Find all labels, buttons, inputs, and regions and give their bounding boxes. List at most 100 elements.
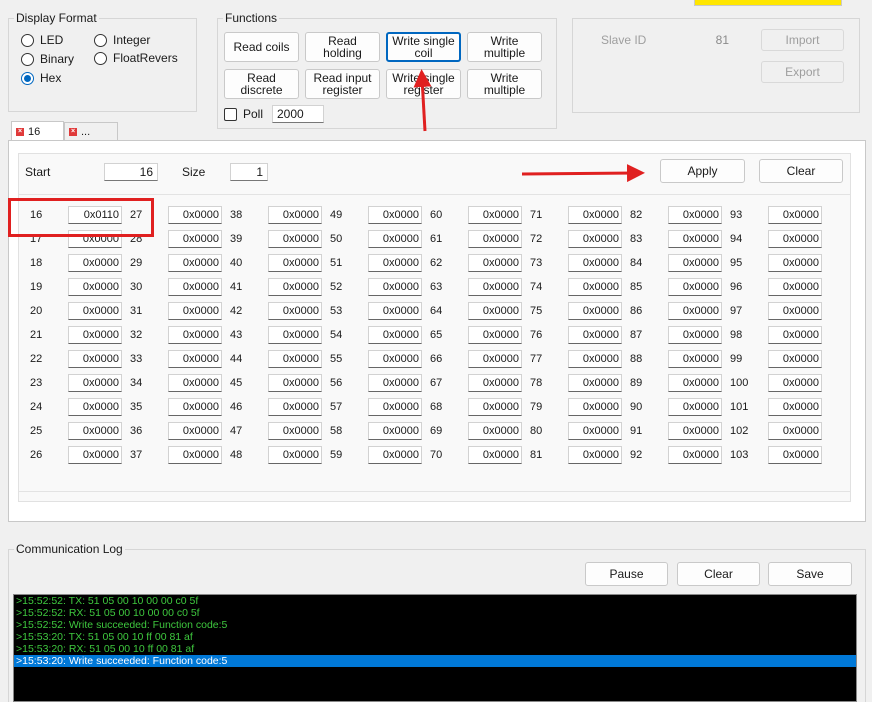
radio-floatrevers[interactable]: FloatRevers — [94, 50, 178, 66]
register-value-input[interactable]: 0x0000 — [768, 446, 822, 464]
register-value-input[interactable]: 0x0000 — [168, 374, 222, 392]
register-value-input[interactable]: 0x0000 — [468, 350, 522, 368]
radio-binary[interactable]: Binary — [21, 51, 74, 67]
register-value-input[interactable]: 0x0000 — [668, 422, 722, 440]
register-value-input[interactable]: 0x0000 — [768, 230, 822, 248]
register-value-input[interactable]: 0x0000 — [68, 422, 122, 440]
register-value-input[interactable]: 0x0000 — [68, 326, 122, 344]
poll-checkbox[interactable] — [224, 108, 237, 121]
apply-button[interactable]: Apply — [660, 159, 745, 183]
register-value-input[interactable]: 0x0110 — [68, 206, 122, 224]
start-input[interactable]: 16 — [104, 163, 158, 181]
register-value-input[interactable]: 0x0000 — [268, 398, 322, 416]
register-value-input[interactable]: 0x0000 — [468, 206, 522, 224]
register-value-input[interactable]: 0x0000 — [368, 398, 422, 416]
register-value-input[interactable]: 0x0000 — [68, 278, 122, 296]
register-value-input[interactable]: 0x0000 — [468, 374, 522, 392]
read-discrete-button[interactable]: Read discrete — [224, 69, 299, 99]
register-value-input[interactable]: 0x0000 — [768, 326, 822, 344]
import-button[interactable]: Import — [761, 29, 844, 51]
register-value-input[interactable]: 0x0000 — [568, 422, 622, 440]
register-value-input[interactable]: 0x0000 — [568, 254, 622, 272]
register-value-input[interactable]: 0x0000 — [368, 302, 422, 320]
register-value-input[interactable]: 0x0000 — [68, 230, 122, 248]
register-value-input[interactable]: 0x0000 — [568, 278, 622, 296]
register-value-input[interactable]: 0x0000 — [368, 350, 422, 368]
radio-floatrevers-indicator[interactable] — [94, 51, 107, 65]
read-coils-button[interactable]: Read coils — [224, 32, 299, 62]
poll-interval-input[interactable]: 2000 — [272, 105, 324, 123]
radio-hex[interactable]: Hex — [21, 70, 61, 86]
log-line[interactable]: >15:53:20: TX: 51 05 00 10 ff 00 81 af — [14, 631, 856, 643]
register-value-input[interactable]: 0x0000 — [68, 350, 122, 368]
register-value-input[interactable]: 0x0000 — [168, 350, 222, 368]
tab-16[interactable]: × 16 — [11, 121, 64, 141]
register-value-input[interactable]: 0x0000 — [68, 398, 122, 416]
register-value-input[interactable]: 0x0000 — [168, 230, 222, 248]
tab-close-icon[interactable]: × — [16, 127, 24, 136]
write-single-register-button[interactable]: Write single register — [386, 69, 461, 99]
read-input-register-button[interactable]: Read input register — [305, 69, 380, 99]
register-value-input[interactable]: 0x0000 — [268, 230, 322, 248]
register-value-input[interactable]: 0x0000 — [568, 446, 622, 464]
register-value-input[interactable]: 0x0000 — [268, 374, 322, 392]
register-value-input[interactable]: 0x0000 — [268, 254, 322, 272]
register-value-input[interactable]: 0x0000 — [668, 254, 722, 272]
register-value-input[interactable]: 0x0000 — [568, 302, 622, 320]
register-value-input[interactable]: 0x0000 — [268, 422, 322, 440]
read-holding-button[interactable]: Read holding — [305, 32, 380, 62]
top-yellow-strip[interactable] — [694, 0, 842, 6]
register-value-input[interactable]: 0x0000 — [668, 326, 722, 344]
write-single-coil-button[interactable]: Write single coil — [386, 32, 461, 62]
register-value-input[interactable]: 0x0000 — [468, 230, 522, 248]
register-value-input[interactable]: 0x0000 — [268, 350, 322, 368]
register-value-input[interactable]: 0x0000 — [68, 254, 122, 272]
register-value-input[interactable]: 0x0000 — [768, 422, 822, 440]
register-value-input[interactable]: 0x0000 — [468, 254, 522, 272]
register-value-input[interactable]: 0x0000 — [68, 446, 122, 464]
register-value-input[interactable]: 0x0000 — [568, 230, 622, 248]
register-value-input[interactable]: 0x0000 — [168, 446, 222, 464]
register-value-input[interactable]: 0x0000 — [668, 398, 722, 416]
register-value-input[interactable]: 0x0000 — [668, 350, 722, 368]
pause-button[interactable]: Pause — [585, 562, 668, 586]
register-value-input[interactable]: 0x0000 — [568, 374, 622, 392]
register-value-input[interactable]: 0x0000 — [468, 326, 522, 344]
register-value-input[interactable]: 0x0000 — [268, 302, 322, 320]
register-value-input[interactable]: 0x0000 — [168, 422, 222, 440]
size-input[interactable]: 1 — [230, 163, 268, 181]
register-value-input[interactable]: 0x0000 — [368, 326, 422, 344]
radio-led[interactable]: LED — [21, 32, 63, 48]
register-value-input[interactable]: 0x0000 — [168, 398, 222, 416]
write-multiple-coils-button[interactable]: Write multiple — [467, 32, 542, 62]
radio-led-indicator[interactable] — [21, 33, 34, 47]
log-view[interactable]: >15:52:52: TX: 51 05 00 10 00 00 c0 5f >… — [13, 594, 857, 702]
register-value-input[interactable]: 0x0000 — [168, 302, 222, 320]
register-value-input[interactable]: 0x0000 — [268, 206, 322, 224]
radio-integer-indicator[interactable] — [94, 33, 107, 47]
radio-hex-indicator[interactable] — [21, 71, 34, 85]
save-log-button[interactable]: Save — [768, 562, 852, 586]
register-value-input[interactable]: 0x0000 — [668, 278, 722, 296]
register-value-input[interactable]: 0x0000 — [168, 326, 222, 344]
register-value-input[interactable]: 0x0000 — [668, 230, 722, 248]
register-value-input[interactable]: 0x0000 — [368, 254, 422, 272]
log-line[interactable]: >15:53:20: RX: 51 05 00 10 ff 00 81 af — [14, 643, 856, 655]
clear-log-button[interactable]: Clear — [677, 562, 760, 586]
register-value-input[interactable]: 0x0000 — [168, 206, 222, 224]
register-value-input[interactable]: 0x0000 — [368, 278, 422, 296]
register-value-input[interactable]: 0x0000 — [268, 446, 322, 464]
register-value-input[interactable]: 0x0000 — [568, 350, 622, 368]
log-line[interactable]: >15:53:20: Write succeeded: Function cod… — [14, 655, 856, 667]
register-value-input[interactable]: 0x0000 — [368, 206, 422, 224]
register-value-input[interactable]: 0x0000 — [368, 422, 422, 440]
log-line[interactable]: >15:52:52: RX: 51 05 00 10 00 00 c0 5f — [14, 607, 856, 619]
register-value-input[interactable]: 0x0000 — [468, 446, 522, 464]
register-value-input[interactable]: 0x0000 — [68, 302, 122, 320]
register-value-input[interactable]: 0x0000 — [768, 398, 822, 416]
tab-new[interactable]: × ... — [64, 122, 118, 140]
export-button[interactable]: Export — [761, 61, 844, 83]
register-value-input[interactable]: 0x0000 — [268, 278, 322, 296]
register-value-input[interactable]: 0x0000 — [568, 326, 622, 344]
log-line[interactable]: >15:52:52: TX: 51 05 00 10 00 00 c0 5f — [14, 595, 856, 607]
